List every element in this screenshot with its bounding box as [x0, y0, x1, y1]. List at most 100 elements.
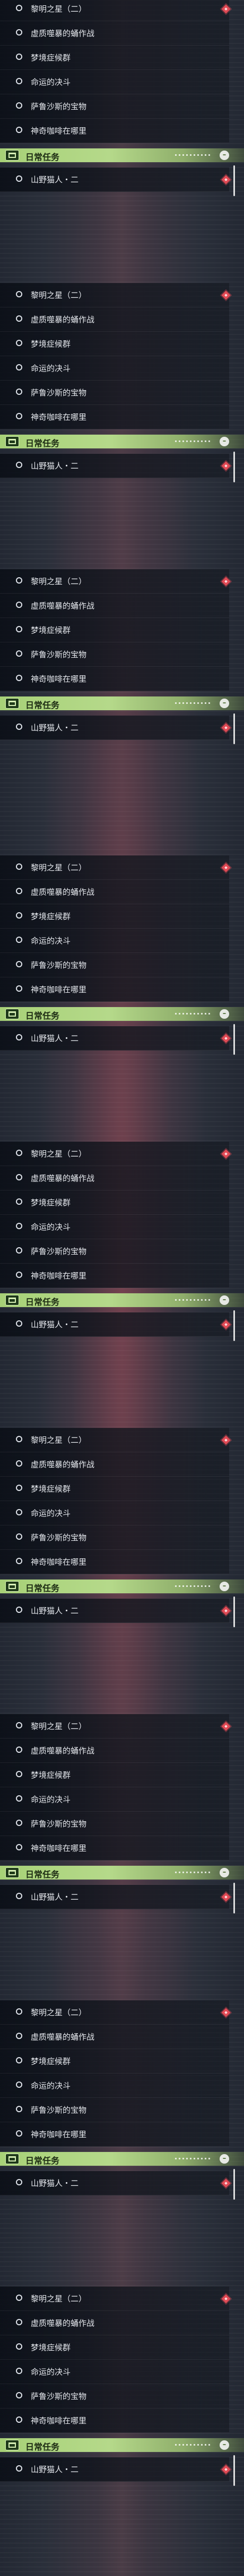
header-decoration — [175, 440, 212, 442]
collapse-icon[interactable]: – — [220, 2154, 229, 2164]
quest-item[interactable]: 梦境症候群 — [0, 46, 229, 70]
scrollbar[interactable] — [233, 165, 235, 196]
quest-item[interactable]: 命运的决斗 — [0, 1215, 229, 1239]
collapse-icon[interactable]: – — [220, 1582, 229, 1591]
scrollbar[interactable] — [233, 1310, 235, 1341]
quest-item[interactable]: 黎明之星（二） — [0, 569, 229, 594]
daily-tasks-header[interactable]: 日常任务 – — [0, 148, 244, 162]
quest-item[interactable]: 黎明之星（二） — [0, 2287, 229, 2311]
quest-item[interactable]: 神奇咖啡在哪里 — [0, 977, 229, 1002]
quest-item[interactable]: 萨鲁沙斯的宝物 — [0, 953, 229, 977]
radio-circle-icon — [16, 1320, 22, 1327]
quest-item-label: 神奇咖啡在哪里 — [31, 2130, 87, 2139]
quest-item[interactable]: 梦境症候群 — [0, 2335, 229, 2360]
quest-item[interactable]: 梦境症候群 — [0, 904, 229, 929]
quest-item[interactable]: 神奇咖啡在哪里 — [0, 1264, 229, 1288]
category-label: 日常任务 — [25, 1583, 60, 1593]
daily-tasks-header[interactable]: 日常任务 – — [0, 2152, 244, 2166]
quest-item[interactable]: 神奇咖啡在哪里 — [0, 1836, 229, 1860]
daily-tasks-header[interactable]: 日常任务 – — [0, 435, 244, 448]
quest-item[interactable]: 黎明之星（二） — [0, 0, 229, 21]
scrollbar[interactable] — [233, 2455, 235, 2486]
quest-item[interactable]: 山野猫人・二 — [0, 1885, 229, 1909]
quest-item[interactable]: 黎明之星（二） — [0, 2000, 229, 2025]
quest-item[interactable]: 虚质噬暴的蛹作战 — [0, 880, 229, 904]
quest-item[interactable]: 山野猫人・二 — [0, 1312, 229, 1337]
quest-item[interactable]: 梦境症候群 — [0, 332, 229, 356]
quest-item-label: 命运的决斗 — [31, 1222, 71, 1232]
radio-circle-icon — [16, 2008, 22, 2015]
quest-item[interactable]: 梦境症候群 — [0, 1190, 229, 1215]
quest-item[interactable]: 萨鲁沙斯的宝物 — [0, 2384, 229, 2409]
daily-tasks-header[interactable]: 日常任务 – — [0, 1866, 244, 1880]
quest-item[interactable]: 虚质噬暴的蛹作战 — [0, 594, 229, 618]
collapse-icon[interactable]: – — [220, 1009, 229, 1019]
scrollbar[interactable] — [233, 2169, 235, 2200]
quest-item[interactable]: 黎明之星（二） — [0, 283, 229, 307]
quest-item[interactable]: 山野猫人・二 — [0, 167, 229, 192]
quest-item[interactable]: 命运的决斗 — [0, 2360, 229, 2384]
quest-item[interactable]: 萨鲁沙斯的宝物 — [0, 1525, 229, 1550]
quest-item[interactable]: 黎明之星（二） — [0, 855, 229, 880]
header-decoration — [175, 1299, 212, 1301]
quest-item[interactable]: 命运的决斗 — [0, 929, 229, 953]
daily-tasks-header[interactable]: 日常任务 – — [0, 1293, 244, 1307]
collapse-icon[interactable]: – — [220, 1295, 229, 1305]
quest-item[interactable]: 命运的决斗 — [0, 356, 229, 381]
quest-item[interactable]: 萨鲁沙斯的宝物 — [0, 2098, 229, 2122]
quest-item[interactable]: 萨鲁沙斯的宝物 — [0, 642, 229, 667]
scrollbar[interactable] — [233, 1883, 235, 1913]
quest-item[interactable]: 山野猫人・二 — [0, 2171, 229, 2195]
quest-item[interactable]: 虚质噬暴的蛹作战 — [0, 2025, 229, 2049]
quest-item[interactable]: 梦境症候群 — [0, 1763, 229, 1787]
scrollbar[interactable] — [233, 713, 235, 744]
quest-item[interactable]: 萨鲁沙斯的宝物 — [0, 94, 229, 119]
quest-item[interactable]: 梦境症候群 — [0, 1477, 229, 1501]
collapse-icon[interactable]: – — [220, 437, 229, 446]
quest-item[interactable]: 神奇咖啡在哪里 — [0, 667, 229, 691]
quest-item[interactable]: 山野猫人・二 — [0, 2457, 229, 2482]
quest-item[interactable]: 山野猫人・二 — [0, 716, 229, 740]
quest-item[interactable]: 萨鲁沙斯的宝物 — [0, 381, 229, 405]
scrollbar[interactable] — [233, 452, 235, 482]
quest-item[interactable]: 虚质噬暴的蛹作战 — [0, 2311, 229, 2335]
quest-item[interactable]: 黎明之星（二） — [0, 1142, 229, 1166]
daily-tasks-header[interactable]: 日常任务 – — [0, 2438, 244, 2452]
quest-item[interactable]: 虚质噬暴的蛹作战 — [0, 1739, 229, 1763]
scrollbar[interactable] — [233, 1024, 235, 1055]
quest-item[interactable]: 神奇咖啡在哪里 — [0, 405, 229, 429]
quest-item[interactable]: 命运的决斗 — [0, 2074, 229, 2098]
quest-item[interactable]: 山野猫人・二 — [0, 1599, 229, 1623]
quest-item[interactable]: 黎明之星（二） — [0, 1428, 229, 1452]
quest-item[interactable]: 神奇咖啡在哪里 — [0, 1550, 229, 1574]
quest-item[interactable]: 命运的决斗 — [0, 1501, 229, 1525]
radio-circle-icon — [16, 1034, 22, 1040]
quest-item[interactable]: 神奇咖啡在哪里 — [0, 2409, 229, 2433]
quest-item[interactable]: 梦境症候群 — [0, 2049, 229, 2074]
quest-item[interactable]: 命运的决斗 — [0, 1787, 229, 1812]
collapse-icon[interactable]: – — [220, 699, 229, 708]
quest-item[interactable]: 山野猫人・二 — [0, 454, 229, 478]
collapse-icon[interactable]: – — [220, 1868, 229, 1877]
quest-item[interactable]: 虚质噬暴的蛹作战 — [0, 1166, 229, 1190]
quest-item[interactable]: 山野猫人・二 — [0, 1026, 229, 1051]
daily-tasks-header[interactable]: 日常任务 – — [0, 1580, 244, 1593]
quest-item[interactable]: 命运的决斗 — [0, 70, 229, 94]
scrollbar[interactable] — [233, 1596, 235, 1627]
quest-item[interactable]: 黎明之星（二） — [0, 1714, 229, 1739]
quest-item[interactable]: 梦境症候群 — [0, 618, 229, 642]
quest-item-label: 梦境症候群 — [31, 1198, 71, 1207]
quest-item[interactable]: 萨鲁沙斯的宝物 — [0, 1812, 229, 1836]
radio-circle-icon — [16, 626, 22, 632]
collapse-icon[interactable]: – — [220, 151, 229, 160]
collapse-icon[interactable]: – — [220, 2440, 229, 2450]
quest-item[interactable]: 虚质噬暴的蛹作战 — [0, 21, 229, 46]
radio-circle-icon — [16, 912, 22, 919]
daily-tasks-header[interactable]: 日常任务 – — [0, 696, 244, 710]
quest-item[interactable]: 神奇咖啡在哪里 — [0, 119, 229, 143]
quest-item[interactable]: 虚质噬暴的蛹作战 — [0, 307, 229, 332]
quest-item[interactable]: 神奇咖啡在哪里 — [0, 2122, 229, 2147]
quest-item[interactable]: 萨鲁沙斯的宝物 — [0, 1239, 229, 1264]
daily-tasks-header[interactable]: 日常任务 – — [0, 1007, 244, 1021]
quest-item[interactable]: 虚质噬暴的蛹作战 — [0, 1452, 229, 1477]
